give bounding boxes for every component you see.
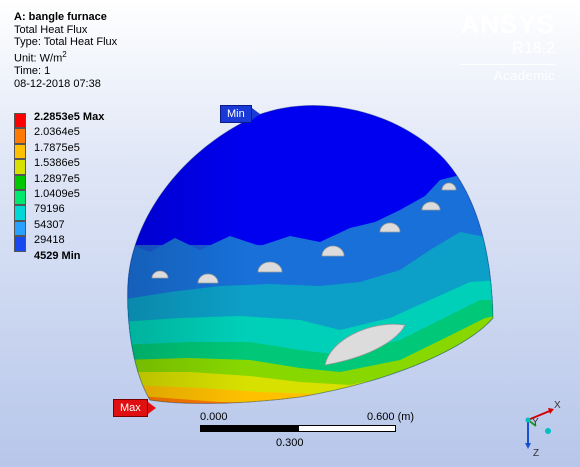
scale-start-label: 0.000 — [200, 411, 228, 423]
legend-swatch-1 — [14, 128, 26, 144]
result-name: Total Heat Flux — [14, 23, 88, 36]
triad-x-label: X — [554, 400, 561, 411]
ansys-edition: Academic — [460, 64, 555, 84]
legend-swatch-3 — [14, 159, 26, 175]
triad-y-label: Y — [532, 417, 539, 428]
result-time: Time: 1 — [14, 65, 51, 78]
triad-z-label: Z — [533, 448, 539, 458]
legend-swatch-2 — [14, 143, 26, 160]
unit-exponent: 2 — [62, 49, 67, 59]
max-probe-label[interactable]: Max — [113, 399, 156, 417]
min-probe-label[interactable]: Min — [220, 105, 260, 123]
burner-ports — [151, 182, 457, 366]
legend-label: 1.7875e5 — [34, 141, 80, 154]
legend-label: 1.5386e5 — [34, 157, 80, 170]
ansys-version: R18.2 — [512, 40, 555, 57]
legend-label-min: 4529 Min — [34, 249, 81, 262]
coordinate-triad[interactable]: X Y Z — [518, 398, 566, 459]
legend-label: 1.0409e5 — [34, 188, 80, 200]
result-date: 08-12-2018 07:38 — [14, 77, 101, 90]
scale-bar-fill — [201, 426, 299, 431]
legend-swatch-5 — [14, 190, 26, 206]
legend-swatch-8 — [14, 236, 26, 252]
legend-swatch-4 — [14, 174, 26, 190]
legend-label: 54307 — [34, 218, 65, 231]
legend-label: 29418 — [34, 234, 65, 247]
scale-bar — [200, 425, 396, 432]
heat-flux-contours — [127, 105, 493, 404]
result-info: A: bangle furnace Total Heat Flux Type: … — [14, 11, 117, 90]
result-type: Type: Total Heat Flux — [14, 36, 118, 49]
result-unit: Unit: W/m2 — [14, 49, 117, 65]
legend-label: 79196 — [34, 203, 65, 216]
dome-outline — [127, 104, 494, 404]
legend-label-max: 2.2853e5 Max — [34, 111, 105, 123]
legend-swatch-0 — [14, 113, 26, 129]
axis-triad-icon: X Y Z — [525, 400, 561, 459]
graphics-viewport[interactable]: A: bangle furnace Total Heat Flux Type: … — [0, 0, 580, 467]
analysis-title: A: bangle furnace — [14, 11, 107, 23]
scale-mid-label: 0.300 — [276, 437, 304, 449]
legend-swatch-7 — [14, 220, 26, 237]
scale-end-label: 0.600 (m) — [367, 411, 415, 423]
legend-label: 1.2897e5 — [34, 172, 80, 185]
legend-label: 2.0364e5 — [34, 126, 80, 139]
ansys-branding: ANSYS R18.2 Academic — [460, 10, 555, 84]
legend-swatch-6 — [14, 205, 26, 221]
unit-text: Unit: W/m — [14, 52, 63, 65]
ansys-logo: ANSYS — [460, 9, 555, 39]
